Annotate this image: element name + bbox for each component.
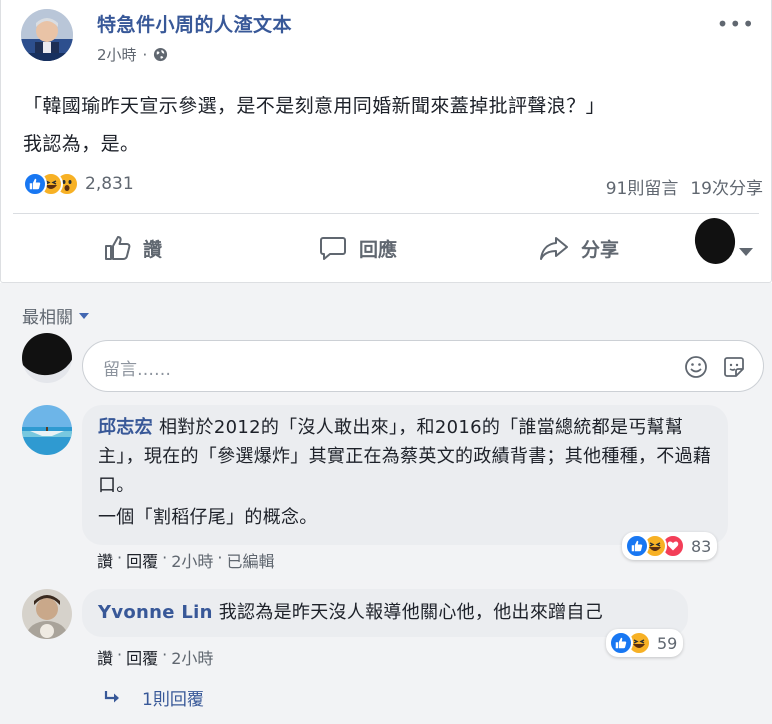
reaction-count: 83 [691,536,712,556]
comment-text: 相對於2012的「沒人敢出來」，和2016的「誰當總統都是丐幫幫主」，現在的「參… [98,417,712,496]
comment-author[interactable]: 邱志宏 [98,417,153,438]
post-actions-bar: 讚 回應 分享 [1,215,771,274]
comment-time[interactable]: 2小時 [171,645,213,669]
comments-count-link[interactable]: 91則留言 [606,174,679,199]
globe-icon [154,47,168,62]
comment-reply-link[interactable]: 回覆 [126,548,158,572]
comment-like-link[interactable]: 讚 [97,645,113,669]
thumbs-up-icon [105,236,131,260]
sticker-icon[interactable] [721,354,747,380]
comment-reply-link[interactable]: 回覆 [126,645,158,669]
page-avatar[interactable] [21,9,73,61]
comment-icon [320,237,346,260]
redacted-avatar [691,215,739,267]
comment-bubble: 邱志宏 相對於2012的「沒人敢出來」，和2016的「誰當總統都是丐幫幫主」，現… [82,405,728,545]
comment-reactions[interactable]: 59 [606,629,684,657]
post-meta: 2小時 · [97,44,168,65]
comment-button[interactable]: 回應 [319,234,397,262]
comment-label: 回應 [359,238,398,261]
like-button[interactable]: 讚 [103,234,162,262]
current-user-avatar[interactable] [22,333,72,383]
shares-count-link[interactable]: 19次分享 [690,174,763,199]
share-label: 分享 [581,238,620,261]
share-button[interactable]: 分享 [539,234,619,262]
comment-edited[interactable]: 已編輯 [227,548,275,572]
like-icon [609,631,633,655]
comment-meta: 讚 · 回覆 · 2小時 · 已編輯 [97,548,275,572]
post-text-line-2: 我認為，是。 [23,133,140,155]
commenter-avatar[interactable] [22,405,72,455]
comment-bubble: Yvonne Lin 我認為是昨天沒人報導他關心他，他出來蹭自己 [82,589,688,637]
emoji-icon[interactable] [683,354,709,380]
comment-like-link[interactable]: 讚 [97,548,113,572]
commenter-avatar[interactable] [22,589,72,639]
chevron-down-icon [79,312,89,319]
like-icon [23,172,47,196]
comment-time[interactable]: 2小時 [171,548,213,572]
comment-meta: 讚 · 回覆 · 2小時 [97,645,214,669]
reply-arrow-icon [104,690,119,702]
comment-text: 一個「割稻仔尾」的概念。 [98,507,318,528]
post-reactions[interactable]: 2,831 [23,172,134,196]
comments-section: 最相關 留言…… 邱志宏 相對於2012的「沒人敢出來」，和2016的「誰當總統… [0,283,772,724]
divider [13,213,759,214]
comment-input[interactable]: 留言…… [82,340,764,392]
post-card: 特急件小周的人渣文本 2小時 · ••• 「韓國瑜昨天宣示參選，是不是刻意用同婚… [0,0,772,283]
more-options-icon[interactable]: ••• [717,12,755,36]
share-icon [540,237,568,260]
comment-placeholder: 留言…… [103,360,171,380]
view-replies-link[interactable]: 1則回覆 [104,685,204,710]
sort-dropdown[interactable]: 最相關 [22,303,89,328]
like-label: 讚 [143,238,163,261]
post-time[interactable]: 2小時 [97,44,137,65]
like-icon [625,534,649,558]
reaction-count[interactable]: 2,831 [85,174,134,194]
comment-author[interactable]: Yvonne Lin [98,602,213,623]
reaction-count: 59 [657,633,678,653]
sort-label: 最相關 [22,308,73,328]
post-stats: 91則留言 19次分享 [606,174,763,199]
audience-dropdown-icon[interactable] [739,248,753,256]
page-name-link[interactable]: 特急件小周的人渣文本 [97,10,292,37]
comment-reactions[interactable]: 83 [622,532,718,560]
post-text-line-1: 「韓國瑜昨天宣示參選，是不是刻意用同婚新聞來蓋掉批評聲浪？」 [23,95,606,117]
replies-count: 1則回覆 [142,690,204,710]
comment-text: 我認為是昨天沒人報導他關心他，他出來蹭自己 [218,602,604,623]
